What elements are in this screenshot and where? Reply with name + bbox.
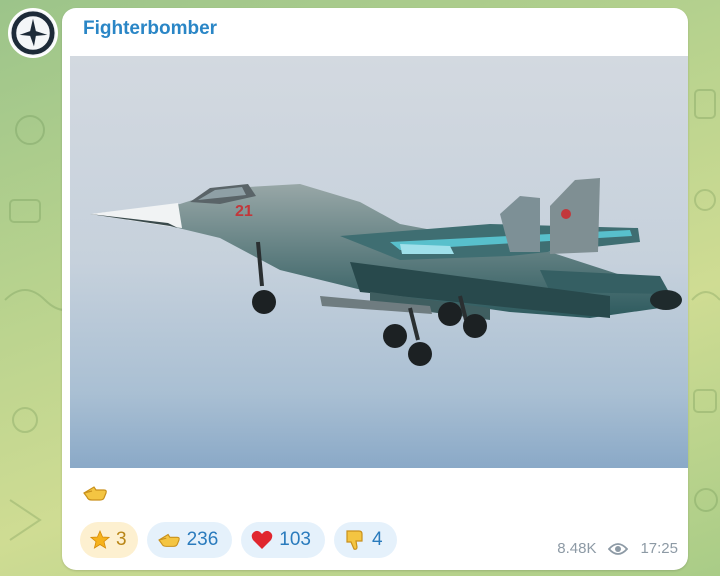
- reaction-thumbs-down[interactable]: 4: [333, 522, 397, 558]
- channel-name[interactable]: Fighterbomber: [83, 18, 217, 40]
- pointing-hand-emoji-icon: [157, 530, 181, 550]
- view-count: 8.48K: [557, 540, 597, 557]
- avatar-logo-icon: [10, 10, 56, 56]
- pointing-hand-emoji-icon: [82, 484, 108, 509]
- message-card: Fighterbomber 21 3 236 103 4 8.48K 17:25: [62, 8, 688, 570]
- reaction-count: 103: [279, 529, 311, 550]
- post-caption: [82, 482, 108, 510]
- message-time: 17:25: [640, 540, 678, 557]
- heart-emoji-icon: [251, 530, 273, 550]
- thumbs-down-emoji-icon: [344, 529, 366, 551]
- reactions-bar: 3 236 103 4: [80, 522, 397, 558]
- reaction-count: 3: [116, 529, 127, 550]
- reaction-count: 236: [186, 529, 219, 550]
- reaction-star[interactable]: 3: [80, 522, 138, 558]
- reaction-count: 4: [371, 529, 383, 550]
- tail-number: 21: [235, 203, 253, 220]
- reaction-pointing-hand[interactable]: 236: [146, 522, 233, 558]
- channel-avatar[interactable]: [8, 8, 58, 58]
- aircraft-photo-icon: 21: [70, 56, 688, 468]
- star-icon: [90, 530, 110, 550]
- post-photo[interactable]: 21: [70, 56, 688, 468]
- eye-icon: [608, 542, 629, 556]
- reaction-heart[interactable]: 103: [241, 522, 325, 558]
- message-meta: 8.48K 17:25: [557, 540, 678, 557]
